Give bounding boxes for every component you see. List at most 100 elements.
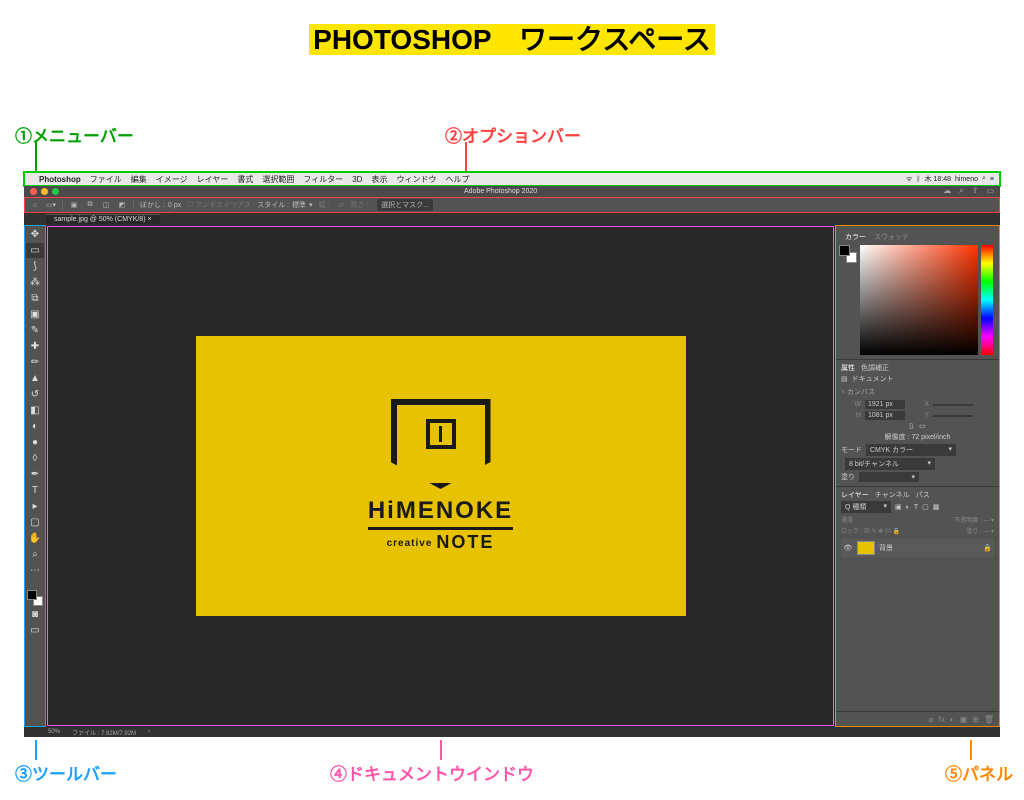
menu-filter[interactable]: フィルター: [303, 174, 343, 185]
menu-select[interactable]: 選択範囲: [262, 174, 294, 185]
tool-preset-icon[interactable]: ▭▾: [46, 200, 56, 210]
menu-type[interactable]: 書式: [237, 174, 253, 185]
filter-type-icon[interactable]: T: [914, 504, 918, 511]
zoom-tool[interactable]: ⌕: [26, 547, 44, 562]
share-icon[interactable]: ⇪: [972, 186, 979, 196]
shape-tool[interactable]: ▢: [26, 515, 44, 530]
filter-smart-icon[interactable]: ▦: [933, 503, 940, 511]
tab-paths[interactable]: パス: [916, 490, 930, 500]
magic-wand-tool[interactable]: ⁂: [26, 275, 44, 290]
filter-adjust-icon[interactable]: ◐: [906, 504, 910, 511]
color-mode-select[interactable]: CMYK カラー▾: [866, 444, 956, 456]
canvas-x[interactable]: [933, 404, 973, 406]
layer-mask-icon[interactable]: ◐: [950, 715, 955, 724]
antialias-checkbox[interactable]: ☐ アンチエイリアス: [187, 200, 251, 210]
canvas-section-header[interactable]: カンバス: [841, 385, 994, 399]
menu-help[interactable]: ヘルプ: [445, 174, 469, 185]
filter-pixel-icon[interactable]: ▣: [895, 503, 902, 511]
status-wifi-icon[interactable]: ᯤ: [906, 175, 912, 184]
hand-tool[interactable]: ✋: [26, 531, 44, 546]
tab-color[interactable]: カラー: [845, 232, 866, 242]
window-minimize-button[interactable]: [41, 188, 48, 195]
eyedropper-tool[interactable]: ✎: [26, 323, 44, 338]
menu-extra-icon[interactable]: ≡: [990, 176, 994, 183]
history-brush-tool[interactable]: ↺: [26, 387, 44, 402]
healing-tool[interactable]: ✚: [26, 339, 44, 354]
menu-edit[interactable]: 編集: [131, 174, 147, 185]
dodge-tool[interactable]: ◊: [26, 451, 44, 466]
selection-new-icon[interactable]: ▣: [69, 200, 79, 210]
workspace-icon[interactable]: ▭: [986, 186, 994, 196]
feather-value[interactable]: 0 px: [168, 202, 181, 209]
visibility-icon[interactable]: 👁: [843, 544, 853, 552]
frame-tool[interactable]: ▣: [26, 307, 44, 322]
menu-view[interactable]: 表示: [371, 174, 387, 185]
canvas-y[interactable]: [933, 415, 973, 417]
menu-file[interactable]: ファイル: [90, 174, 122, 185]
portrait-icon[interactable]: ▯: [909, 422, 913, 430]
canvas-height[interactable]: 1081 px: [865, 411, 905, 420]
search-icon[interactable]: ⌕: [982, 175, 986, 183]
zoom-level[interactable]: 50%: [48, 729, 60, 735]
filter-shape-icon[interactable]: ▢: [922, 503, 929, 511]
lasso-tool[interactable]: ⟆: [26, 259, 44, 274]
layer-thumbnail[interactable]: [857, 541, 875, 555]
menu-layer[interactable]: レイヤー: [197, 174, 229, 185]
color-swatch[interactable]: [27, 590, 43, 606]
swap-wh-icon[interactable]: ⇄: [338, 201, 344, 209]
edit-toolbar-icon[interactable]: ⋯: [26, 563, 44, 578]
eraser-tool[interactable]: ◧: [26, 403, 44, 418]
landscape-icon[interactable]: ▭: [919, 422, 926, 430]
layer-name[interactable]: 背景: [879, 543, 893, 553]
menu-app[interactable]: Photoshop: [39, 175, 81, 184]
gradient-tool[interactable]: ◐: [26, 419, 44, 434]
tab-adjustments[interactable]: 色調補正: [861, 363, 889, 373]
new-layer-icon[interactable]: ⊞: [972, 715, 979, 724]
type-tool[interactable]: T: [26, 483, 44, 498]
tab-properties[interactable]: 属性: [841, 363, 855, 373]
tab-swatches[interactable]: スウォッチ: [874, 232, 909, 242]
layer-kind-filter[interactable]: Q 種類▾: [841, 501, 891, 513]
canvas-width[interactable]: 1921 px: [865, 400, 905, 409]
document-window[interactable]: HiMENOKE creativeNOTE: [46, 225, 835, 727]
panel-color-swatch[interactable]: [839, 245, 857, 263]
tab-channels[interactable]: チャンネル: [875, 490, 910, 500]
menu-image[interactable]: イメージ: [156, 174, 188, 185]
menu-window[interactable]: ウィンドウ: [396, 174, 436, 185]
home-icon[interactable]: ⌂: [30, 200, 40, 210]
fill-select[interactable]: ▾: [859, 472, 919, 482]
search-app-icon[interactable]: ⌕: [959, 186, 963, 196]
new-group-icon[interactable]: ▣: [960, 715, 968, 724]
bit-depth-select[interactable]: 8 bit/チャンネル▾: [845, 458, 935, 470]
document-tab[interactable]: sample.jpg @ 50% (CMYK/8) ×: [46, 214, 160, 224]
quickmask-icon[interactable]: ◙: [26, 607, 44, 622]
path-select-tool[interactable]: ▸: [26, 499, 44, 514]
crop-tool[interactable]: ⧉: [26, 291, 44, 306]
window-maximize-button[interactable]: [52, 188, 59, 195]
stamp-tool[interactable]: ▲: [26, 371, 44, 386]
file-size[interactable]: ファイル : 7.92M/7.92M: [72, 728, 136, 737]
window-close-button[interactable]: [30, 188, 37, 195]
color-field[interactable]: [860, 245, 978, 355]
layer-row[interactable]: 👁 背景 🔒: [841, 539, 994, 557]
delete-layer-icon[interactable]: 🗑: [984, 715, 994, 724]
menubar-user[interactable]: himeno: [955, 176, 978, 183]
menu-3d[interactable]: 3D: [352, 175, 362, 184]
pen-tool[interactable]: ✒: [26, 467, 44, 482]
tab-layers[interactable]: レイヤー: [841, 490, 869, 500]
marquee-tool[interactable]: ▭: [26, 243, 44, 258]
selection-intersect-icon[interactable]: ◩: [117, 200, 127, 210]
blur-tool[interactable]: ●: [26, 435, 44, 450]
move-tool[interactable]: ✥: [26, 227, 44, 242]
tab-close-icon[interactable]: ×: [147, 216, 151, 223]
selection-add-icon[interactable]: ⧉: [85, 200, 95, 210]
status-bluetooth-icon[interactable]: ᛒ: [916, 176, 920, 183]
layer-style-icon[interactable]: fx: [939, 715, 945, 724]
screenmode-icon[interactable]: ▭: [26, 623, 44, 638]
link-layers-icon[interactable]: ⌀: [929, 715, 934, 724]
blend-mode-select[interactable]: 通常: [841, 515, 853, 524]
cloud-icon[interactable]: ☁: [943, 186, 951, 196]
menubar-clock[interactable]: 木 18:48: [925, 174, 951, 184]
select-and-mask-button[interactable]: 選択とマスク...: [377, 199, 433, 211]
hue-slider[interactable]: [981, 245, 993, 355]
